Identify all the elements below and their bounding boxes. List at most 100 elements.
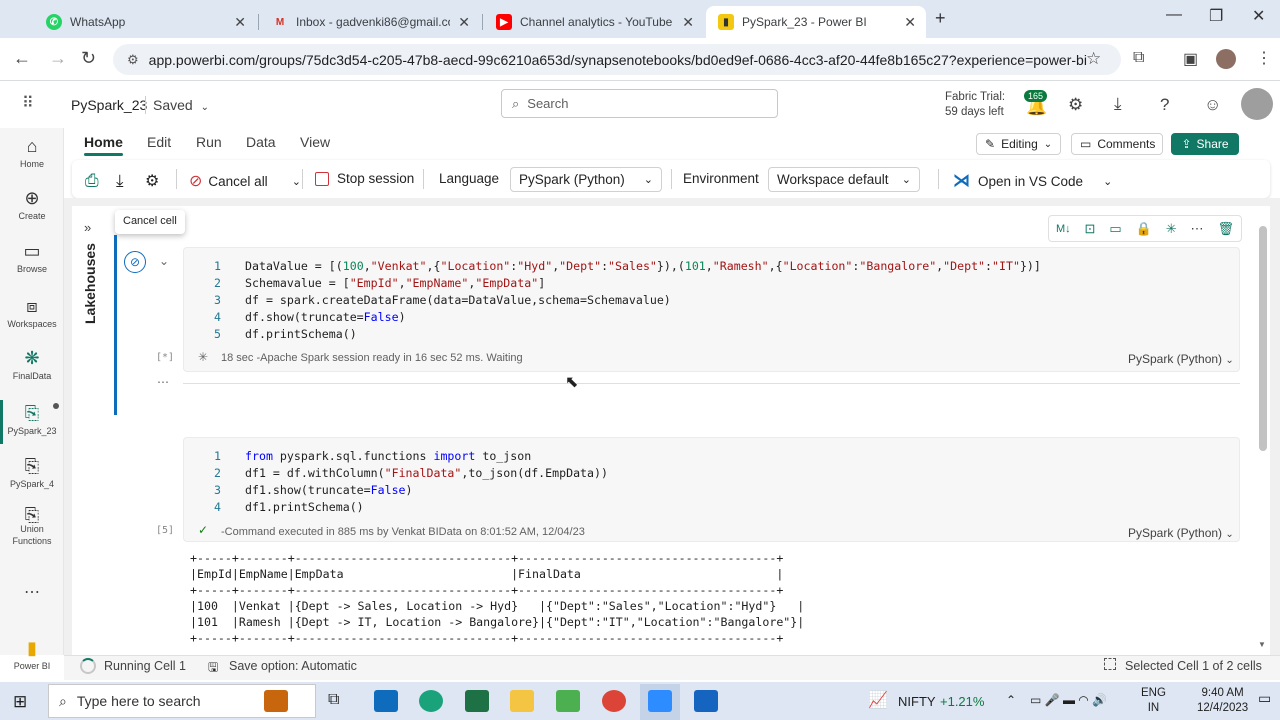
rail-item-finaldata[interactable]: ❋ FinalData — [0, 348, 64, 381]
close-icon[interactable]: ✕ — [458, 14, 470, 31]
delete-icon[interactable]: 🗑 — [1217, 221, 1234, 237]
tab-home[interactable]: Home — [84, 134, 123, 156]
tab-title: Inbox - gadvenki86@gmail.com — [296, 15, 451, 29]
window-close-icon[interactable]: ✕ — [1252, 6, 1265, 26]
extensions-icon[interactable]: ⧉ — [1133, 49, 1144, 67]
settings-icon[interactable]: ⚙ — [1068, 95, 1083, 115]
doc-title[interactable]: PySpark_23 — [71, 97, 147, 113]
chrome-icon[interactable] — [602, 690, 626, 712]
browser-tab-whatsapp[interactable]: ✆ WhatsApp ✕ — [34, 6, 256, 38]
bookmark-star-icon[interactable]: ☆ — [1086, 49, 1101, 69]
comments-button[interactable]: ▭ Comments — [1071, 133, 1163, 155]
ticker-name[interactable]: NIFTY — [898, 694, 936, 709]
code-editor-1[interactable]: DataValue = [(100,"Venkat",{"Location":"… — [245, 258, 1041, 343]
comment-icon[interactable]: ▭ — [1109, 221, 1121, 237]
more-icon[interactable]: ⋯ — [0, 582, 64, 602]
saved-status[interactable]: Saved ⌄ — [153, 97, 209, 113]
frozen-cell-icon[interactable]: ⊡ — [1085, 221, 1096, 237]
taskbar-app-icon[interactable] — [264, 690, 288, 712]
gear-icon[interactable]: ⚙ — [145, 171, 159, 191]
vertical-scrollbar[interactable] — [1259, 226, 1267, 451]
browser-tab-powerbi[interactable]: ▮ PySpark_23 - Power BI ✕ — [706, 6, 926, 38]
rail-item-browse[interactable]: ▭ Browse — [0, 241, 64, 274]
forward-icon[interactable]: → — [49, 48, 67, 69]
new-tab-icon[interactable]: + — [935, 8, 946, 29]
tab-data[interactable]: Data — [246, 134, 276, 150]
notification-center-icon[interactable]: ▭ — [1258, 690, 1271, 707]
paint-icon[interactable] — [694, 690, 718, 712]
close-icon[interactable]: ✕ — [234, 14, 246, 31]
side-panel-icon[interactable]: ▣ — [1183, 49, 1198, 69]
close-icon[interactable]: ✕ — [904, 14, 916, 31]
chrome-menu-icon[interactable]: ⋮ — [1256, 48, 1272, 68]
tray-chevron-icon[interactable]: ⌃ — [1006, 693, 1016, 707]
zoom-icon[interactable] — [648, 690, 672, 712]
open-vscode-button[interactable]: ⋊ Open in VS Code ⌄ — [953, 171, 1112, 191]
rail-item-union-functions[interactable]: ⎘ Union Functions — [0, 506, 64, 547]
tray-icons[interactable]: ▭ 🎤 ▬ ◠ 🔊 — [1030, 693, 1107, 707]
rail-item-powerbi[interactable]: ▮ Power BI — [0, 638, 64, 671]
restore-icon[interactable]: ❐ — [1209, 6, 1223, 26]
markdown-toggle-icon[interactable]: M↓ — [1056, 223, 1071, 235]
cell1-language[interactable]: PySpark (Python) ⌄ — [1128, 352, 1234, 366]
url-field[interactable]: ⚙ app.powerbi.com/groups/75dc3d54-c205-4… — [113, 44, 1121, 75]
expand-panel-icon[interactable]: » — [84, 220, 91, 235]
editing-mode-button[interactable]: ✎ Editing ⌄ — [976, 133, 1062, 155]
rail-item-home[interactable]: ⌂ Home — [0, 136, 64, 169]
excel-icon[interactable] — [465, 690, 489, 712]
rail-item-create[interactable]: ⊕ Create — [0, 188, 64, 221]
browser-tab-youtube[interactable]: ▶ Channel analytics - YouTube Studio ✕ — [484, 6, 704, 38]
save-icon: 🖫 — [208, 660, 219, 674]
clock[interactable]: 9:40 AM 12/4/2023 — [1197, 686, 1248, 716]
share-button[interactable]: ⇪ Share — [1171, 133, 1239, 155]
tab-view[interactable]: View — [300, 134, 330, 150]
output-line: +-----+-------+-------------------------… — [190, 631, 784, 645]
code-editor-2[interactable]: from pyspark.sql.functions import to_jso… — [245, 448, 608, 516]
stop-session-button[interactable]: Stop session — [315, 171, 414, 186]
edge-icon[interactable] — [419, 690, 443, 712]
mail-icon[interactable] — [374, 690, 398, 712]
language-select[interactable]: PySpark (Python) ⌄ — [510, 167, 662, 192]
more-icon[interactable]: ⋯ — [1191, 221, 1204, 237]
cancel-cell-button[interactable]: ⊘ — [124, 251, 146, 273]
help-icon[interactable]: ? — [1160, 95, 1169, 115]
chevron-down-icon: ⌄ — [901, 174, 911, 186]
input-language[interactable]: ENG IN — [1141, 686, 1166, 716]
notebook-settings-icon[interactable]: ⎙ — [85, 171, 99, 191]
lock-icon[interactable]: 🔒 — [1136, 221, 1152, 237]
user-avatar[interactable] — [1241, 88, 1273, 120]
close-icon[interactable]: ✕ — [682, 14, 694, 31]
powerbi-icon: ▮ — [718, 14, 734, 30]
rail-item-pyspark4[interactable]: ⎘ PySpark_4 — [0, 456, 64, 489]
file-explorer-icon[interactable] — [510, 690, 534, 712]
tab-edit[interactable]: Edit — [147, 134, 171, 150]
search-input[interactable]: ⌕ Search — [501, 89, 778, 118]
chevron-down-icon[interactable]: ⌄ — [292, 175, 301, 188]
task-view-icon[interactable]: ⧉ — [328, 691, 339, 709]
download-icon[interactable]: ⤓ — [116, 171, 124, 191]
reload-icon[interactable]: ↻ — [81, 48, 96, 69]
chevron-down-icon[interactable]: ⌄ — [1103, 175, 1112, 188]
parameter-icon[interactable]: ✳ — [1166, 221, 1177, 237]
collapse-cell-icon[interactable]: ⌄ — [159, 254, 169, 268]
feedback-icon[interactable]: ☺ — [1204, 95, 1221, 115]
windows-start-icon[interactable]: ⊞ — [13, 692, 27, 712]
tab-run[interactable]: Run — [196, 134, 222, 150]
back-icon[interactable]: ← — [13, 48, 31, 69]
cell2-language[interactable]: PySpark (Python) ⌄ — [1128, 526, 1234, 540]
cancel-all-button[interactable]: ⊘ Cancel all ⌄ — [189, 171, 301, 191]
save-option[interactable]: Save option: Automatic — [229, 659, 357, 673]
profile-avatar[interactable] — [1216, 49, 1236, 69]
youtube-icon: ▶ — [496, 14, 512, 30]
cell-more-icon[interactable]: ⋯ — [157, 375, 169, 389]
environment-select[interactable]: Workspace default ⌄ — [768, 167, 920, 192]
rail-item-workspaces[interactable]: ⧈ Workspaces — [0, 296, 64, 329]
site-info-icon[interactable]: ⚙ — [127, 52, 139, 68]
browser-tab-gmail[interactable]: M Inbox - gadvenki86@gmail.com ✕ — [260, 6, 480, 38]
scroll-down-icon[interactable]: ▼ — [1258, 640, 1266, 649]
lakehouses-panel-toggle[interactable]: Lakehouses — [80, 240, 100, 330]
minimize-icon[interactable]: — — [1166, 6, 1182, 24]
app-launcher-icon[interactable]: ⠿ — [22, 93, 35, 113]
download-icon[interactable]: ⤓ — [1114, 94, 1122, 114]
app-icon[interactable] — [556, 690, 580, 712]
